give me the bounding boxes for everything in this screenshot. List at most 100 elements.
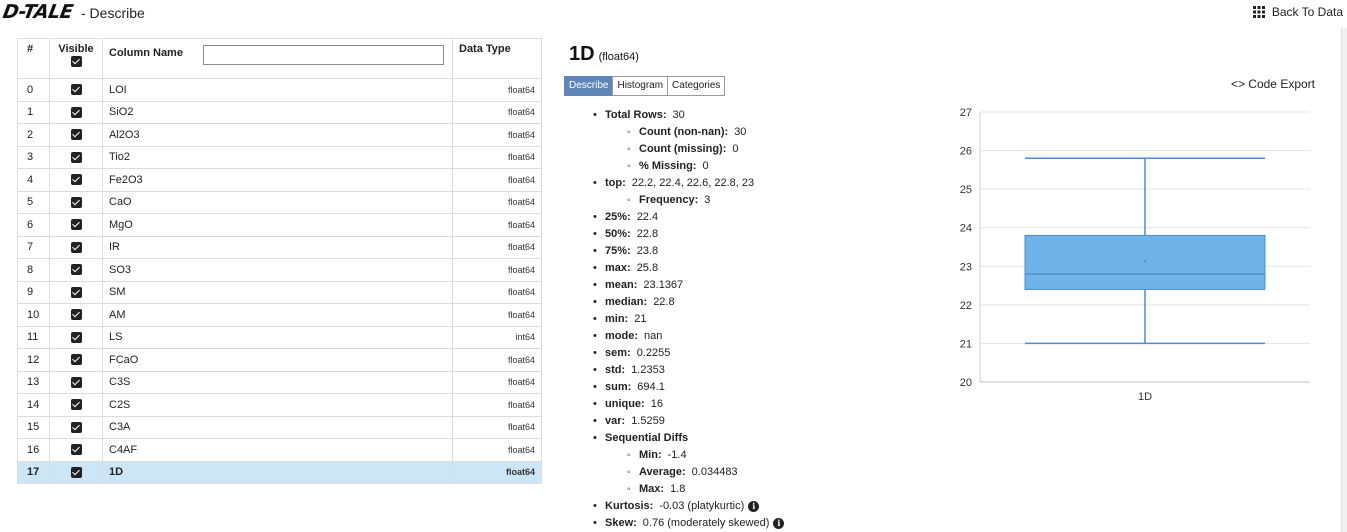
table-row[interactable]: 1 SiO2 float64 (17, 100, 542, 124)
row-index: 11 (17, 325, 50, 349)
row-column-name: SM (102, 280, 453, 304)
stat-frequency: Frequency:3 (627, 192, 784, 209)
row-visible-cell (49, 190, 103, 214)
row-index: 16 (17, 438, 50, 462)
visible-checkbox[interactable] (70, 129, 82, 141)
row-visible-cell (49, 393, 103, 417)
y-tick-label: 25 (960, 184, 972, 196)
stat-top: top:22.2, 22.4, 22.6, 22.8, 23 Frequency… (593, 175, 784, 209)
back-to-data-link[interactable]: Back To Data (1252, 5, 1343, 19)
row-data-type: float64 (452, 258, 542, 282)
stat-var: var:1.5259 (593, 413, 784, 430)
row-data-type: float64 (452, 415, 542, 439)
row-visible-cell (49, 145, 103, 169)
row-column-name: Fe2O3 (102, 168, 453, 192)
row-column-name: SiO2 (102, 100, 453, 124)
table-row[interactable]: 5 CaO float64 (17, 190, 542, 214)
info-icon[interactable]: i (748, 500, 760, 512)
row-data-type: float64 (452, 78, 542, 102)
dtale-logo[interactable]: D-TALE (1, 1, 74, 23)
y-tick-label: 22 (960, 300, 972, 312)
stat-count-missing: Count (missing):0 (627, 141, 784, 158)
row-column-name: LS (102, 325, 453, 349)
row-column-name: LOI (102, 78, 453, 102)
row-column-name: FCaO (102, 348, 453, 372)
visible-checkbox[interactable] (70, 241, 82, 253)
table-row[interactable]: 9 SM float64 (17, 280, 542, 304)
stat-min: min:21 (593, 311, 784, 328)
visible-checkbox[interactable] (70, 309, 82, 321)
y-tick-label: 23 (960, 261, 972, 273)
visible-checkbox[interactable] (70, 219, 82, 231)
visible-checkbox[interactable] (70, 399, 82, 411)
row-visible-cell (49, 325, 103, 349)
header-column-name: Column Name (102, 38, 453, 79)
x-tick-label: 1D (1138, 391, 1152, 403)
visible-checkbox[interactable] (70, 376, 82, 388)
visible-checkbox[interactable] (70, 444, 82, 456)
row-data-type: float64 (452, 168, 542, 192)
info-icon[interactable]: i (773, 517, 785, 529)
row-visible-cell (49, 348, 103, 372)
row-index: 10 (17, 303, 50, 327)
visible-checkbox[interactable] (70, 466, 82, 478)
table-row[interactable]: 15 C3A float64 (17, 415, 542, 439)
stat-mean: mean:23.1367 (593, 277, 784, 294)
stat-seq-min: Min:-1.4 (627, 447, 784, 464)
stat-total-rows: Total Rows:30 Count (non-nan):30 Count (… (593, 107, 784, 175)
row-visible-cell (49, 303, 103, 327)
table-row[interactable]: 17 1D float64 (17, 460, 542, 484)
visible-checkbox[interactable] (70, 174, 82, 186)
toggle-all-checkbox[interactable] (70, 55, 82, 67)
y-tick-label: 21 (960, 338, 972, 350)
visible-checkbox[interactable] (70, 421, 82, 433)
table-row[interactable]: 11 LS int64 (17, 325, 542, 349)
header-num: # (17, 38, 50, 79)
visible-checkbox[interactable] (70, 331, 82, 343)
row-data-type: float64 (452, 460, 542, 484)
table-row[interactable]: 16 C4AF float64 (17, 438, 542, 462)
row-column-name: MgO (102, 213, 453, 237)
visible-checkbox[interactable] (70, 264, 82, 276)
table-row[interactable]: 14 C2S float64 (17, 393, 542, 417)
stat-unique: unique:16 (593, 396, 784, 413)
row-data-type: float64 (452, 348, 542, 372)
table-row[interactable]: 4 Fe2O3 float64 (17, 168, 542, 192)
row-column-name: C4AF (102, 438, 453, 462)
grid-icon (1252, 6, 1265, 18)
row-data-type: float64 (452, 190, 542, 214)
tab-describe[interactable]: Describe (564, 76, 614, 96)
table-row[interactable]: 12 FCaO float64 (17, 348, 542, 372)
header-visible-label: Visible (58, 43, 94, 55)
column-name-filter-input[interactable] (203, 45, 444, 65)
row-index: 8 (17, 258, 50, 282)
row-visible-cell (49, 438, 103, 462)
row-column-name: Tio2 (102, 145, 453, 169)
table-row[interactable]: 6 MgO float64 (17, 213, 542, 237)
row-data-type: float64 (452, 213, 542, 237)
visible-checkbox[interactable] (70, 354, 82, 366)
code-export-button[interactable]: <> Code Export (1231, 77, 1315, 91)
tab-histogram[interactable]: Histogram (612, 76, 669, 96)
tab-categories[interactable]: Categories (667, 76, 726, 96)
visible-checkbox[interactable] (70, 151, 82, 163)
table-row[interactable]: 13 C3S float64 (17, 370, 542, 394)
row-column-name: AM (102, 303, 453, 327)
box-iqr (1024, 234, 1266, 290)
row-visible-cell (49, 258, 103, 282)
table-row[interactable]: 10 AM float64 (17, 303, 542, 327)
page-scrollbar[interactable] (1341, 28, 1347, 532)
visible-checkbox[interactable] (70, 106, 82, 118)
visible-checkbox[interactable] (70, 196, 82, 208)
table-row[interactable]: 2 Al2O3 float64 (17, 123, 542, 147)
table-row[interactable]: 0 LOI float64 (17, 78, 542, 102)
table-row[interactable]: 8 SO3 float64 (17, 258, 542, 282)
detail-title: 1D (float64) (569, 43, 639, 66)
table-row[interactable]: 3 Tio2 float64 (17, 145, 542, 169)
stat-std: std:1.2353 (593, 362, 784, 379)
table-row[interactable]: 7 IR float64 (17, 235, 542, 259)
row-index: 1 (17, 100, 50, 124)
mean-marker (1144, 260, 1146, 263)
visible-checkbox[interactable] (70, 84, 82, 96)
visible-checkbox[interactable] (70, 286, 82, 298)
